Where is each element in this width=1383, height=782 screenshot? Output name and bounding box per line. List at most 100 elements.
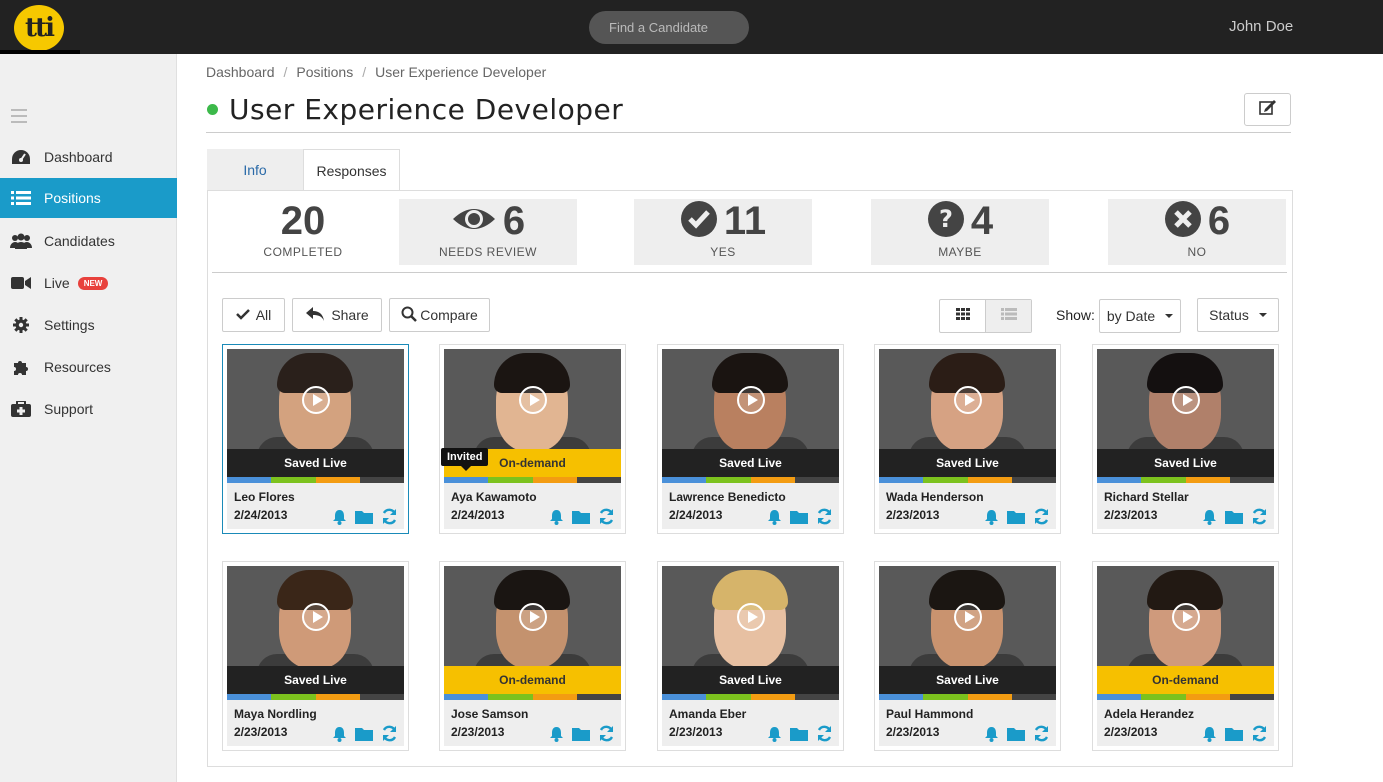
candidate-card[interactable]: Saved Live Wada Henderson 2/23/2013 [874,344,1061,534]
folder-icon[interactable] [572,509,590,529]
refresh-icon[interactable] [816,508,833,530]
candidate-card[interactable]: Saved Live Amanda Eber 2/23/2013 [657,561,844,751]
bell-icon[interactable] [984,509,999,530]
play-icon[interactable] [1172,603,1200,631]
refresh-icon[interactable] [1033,725,1050,747]
share-button[interactable]: Share [292,298,382,332]
grid-view-button[interactable] [940,300,985,332]
candidate-name[interactable]: Adela Herandez [1104,707,1194,721]
bell-icon[interactable] [332,726,347,747]
status-banner: On-demand [444,666,621,694]
sidebar-item-candidates[interactable]: Candidates [0,221,177,261]
candidate-card[interactable]: Saved Live Maya Nordling 2/23/2013 [222,561,409,751]
refresh-icon[interactable] [598,725,615,747]
refresh-icon[interactable] [1033,508,1050,530]
play-icon[interactable] [954,603,982,631]
candidate-photo[interactable] [227,566,404,666]
folder-icon[interactable] [355,726,373,746]
bell-icon[interactable] [549,509,564,530]
breadcrumb-positions[interactable]: Positions [296,64,353,80]
candidate-photo[interactable] [879,566,1056,666]
candidate-card[interactable]: Saved Live Lawrence Benedicto 2/24/2013 [657,344,844,534]
candidate-photo[interactable] [879,349,1056,449]
play-icon[interactable] [519,386,547,414]
candidate-photo[interactable] [1097,566,1274,666]
candidate-name[interactable]: Lawrence Benedicto [669,490,786,504]
select-all-button[interactable]: All [222,298,285,332]
refresh-icon[interactable] [816,725,833,747]
bell-icon[interactable] [1202,726,1217,747]
folder-icon[interactable] [355,509,373,529]
compare-button[interactable]: Compare [389,298,490,332]
refresh-icon[interactable] [1251,508,1268,530]
candidate-card[interactable]: Saved Live Leo Flores 2/24/2013 [222,344,409,534]
stat-needs-review[interactable]: 6 NEEDS REVIEW [399,199,577,265]
refresh-icon[interactable] [1251,725,1268,747]
search-input[interactable]: Find a Candidate [589,11,749,44]
candidate-card[interactable]: Saved Live Richard Stellar 2/23/2013 [1092,344,1279,534]
user-menu[interactable]: John Doe [1229,18,1293,35]
stat-maybe[interactable]: ? 4 MAYBE [871,199,1049,265]
candidate-photo[interactable] [662,349,839,449]
folder-icon[interactable] [1007,726,1025,746]
stat-completed[interactable]: 20 COMPLETED [214,199,392,265]
play-icon[interactable] [954,386,982,414]
refresh-icon[interactable] [381,725,398,747]
candidate-name[interactable]: Richard Stellar [1104,490,1189,504]
sidebar-item-live[interactable]: Live NEW [0,263,177,303]
bell-icon[interactable] [1202,509,1217,530]
candidate-name[interactable]: Jose Samson [451,707,528,721]
bell-icon[interactable] [332,509,347,530]
candidate-name[interactable]: Paul Hammond [886,707,973,721]
edit-button[interactable] [1244,93,1291,126]
candidate-name[interactable]: Amanda Eber [669,707,746,721]
candidate-card[interactable]: On-demand Jose Samson 2/23/2013 [439,561,626,751]
folder-icon[interactable] [1007,509,1025,529]
breadcrumb-dashboard[interactable]: Dashboard [206,64,275,80]
candidate-photo[interactable] [662,566,839,666]
candidate-photo[interactable] [1097,349,1274,449]
sidebar-item-positions[interactable]: Positions [0,178,177,218]
play-icon[interactable] [302,386,330,414]
candidate-name[interactable]: Leo Flores [234,490,295,504]
candidate-photo[interactable] [444,349,621,449]
candidate-name[interactable]: Aya Kawamoto [451,490,537,504]
play-icon[interactable] [737,603,765,631]
tab-info[interactable]: Info [207,149,303,190]
candidate-info: Maya Nordling 2/23/2013 [227,700,404,746]
bell-icon[interactable] [767,726,782,747]
bell-icon[interactable] [984,726,999,747]
folder-icon[interactable] [790,509,808,529]
folder-icon[interactable] [1225,726,1243,746]
hamburger-icon[interactable] [11,109,27,127]
stat-no[interactable]: 6 NO [1108,199,1286,265]
candidate-name[interactable]: Wada Henderson [886,490,984,504]
status-dropdown[interactable]: Status [1197,298,1279,332]
folder-icon[interactable] [1225,509,1243,529]
folder-icon[interactable] [572,726,590,746]
candidate-card[interactable]: Saved Live Paul Hammond 2/23/2013 [874,561,1061,751]
candidate-photo[interactable] [444,566,621,666]
candidate-name[interactable]: Maya Nordling [234,707,317,721]
play-icon[interactable] [519,603,547,631]
bell-icon[interactable] [767,509,782,530]
sidebar-item-settings[interactable]: Settings [0,305,177,345]
refresh-icon[interactable] [381,508,398,530]
stat-yes[interactable]: 11 YES [634,199,812,265]
refresh-icon[interactable] [598,508,615,530]
play-icon[interactable] [302,603,330,631]
candidate-card[interactable]: On-demand Aya Kawamoto 2/24/2013 [439,344,626,534]
folder-icon[interactable] [790,726,808,746]
list-view-button[interactable] [985,300,1031,332]
sort-dropdown[interactable]: by Date [1099,299,1181,333]
candidate-photo[interactable] [227,349,404,449]
sidebar-item-dashboard[interactable]: Dashboard [0,137,177,177]
bell-icon[interactable] [549,726,564,747]
sidebar-item-support[interactable]: Support [0,389,177,429]
tab-responses[interactable]: Responses [303,149,400,191]
play-icon[interactable] [1172,386,1200,414]
candidate-card[interactable]: On-demand Adela Herandez 2/23/2013 [1092,561,1279,751]
logo[interactable]: tti [14,5,64,51]
sidebar-item-resources[interactable]: Resources [0,347,177,387]
play-icon[interactable] [737,386,765,414]
